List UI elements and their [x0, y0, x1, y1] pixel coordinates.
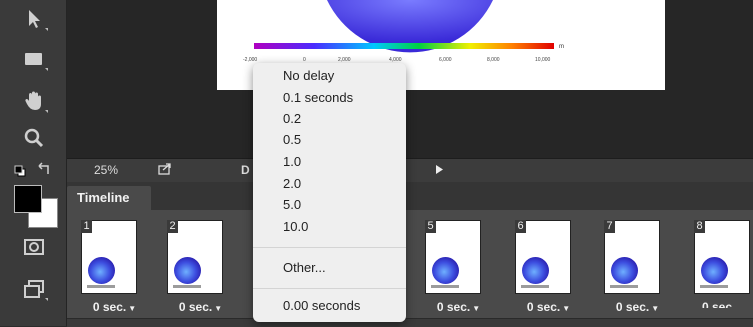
globe-thumbnail — [88, 257, 115, 284]
menu-item-current-delay[interactable]: 0.00 seconds — [253, 295, 406, 316]
frame-delay-dropdown[interactable]: 0 sec. ▼ — [73, 298, 156, 316]
chevron-down-icon: ▼ — [651, 304, 660, 313]
frame-delay-label: 0 sec. — [92, 300, 127, 314]
menu-item-5-0[interactable]: 5.0 — [253, 194, 406, 215]
timeline-frame[interactable]: 2 0 sec. ▼ — [159, 218, 242, 314]
timeline-frame[interactable]: 7 0 sec. ▼ — [596, 218, 679, 314]
frame-delay-label: 0 sec — [702, 300, 733, 308]
timeline-tab-bar: Timeline — [67, 182, 753, 210]
globe-thumbnail — [522, 257, 549, 284]
frame-delay-menu: No delay 0.1 seconds 0.2 0.5 1.0 2.0 5.0… — [253, 63, 406, 322]
document-info-label: D — [241, 163, 250, 177]
colorbar-unit: m — [559, 44, 564, 50]
quick-mask-icon[interactable] — [18, 232, 50, 262]
frame-number: 2 — [167, 220, 178, 233]
globe-thumbnail — [611, 257, 638, 284]
chevron-down-icon: ▼ — [214, 304, 223, 313]
frame-number: 6 — [515, 220, 526, 233]
frame-delay-dropdown[interactable]: 0 sec. ▼ — [507, 298, 590, 316]
colorbar — [254, 43, 554, 49]
globe-thumbnail — [701, 257, 728, 284]
globe-thumbnail — [432, 257, 459, 284]
move-tool-icon[interactable] — [18, 4, 50, 34]
frame-number: 5 — [425, 220, 436, 233]
frame-number: 8 — [694, 220, 705, 233]
timeline-frame[interactable]: 1 0 sec. ▼ — [73, 218, 156, 314]
frame-delay-label: 0 sec. — [436, 300, 471, 314]
timeline-frame[interactable]: 8 0 sec — [686, 218, 753, 308]
screen-mode-icon[interactable] — [18, 274, 50, 304]
globe-thumbnail — [174, 257, 201, 284]
tab-timeline[interactable]: Timeline — [67, 186, 151, 210]
default-colors-icon[interactable] — [14, 164, 26, 177]
colorbar-tick: 8,000 — [487, 57, 500, 63]
menu-item-0-5[interactable]: 0.5 — [253, 129, 406, 150]
menu-item-other[interactable]: Other... — [253, 257, 406, 278]
thumbnail-colorbar — [700, 285, 728, 288]
marquee-tool-icon[interactable] — [18, 44, 50, 74]
menu-item-no-delay[interactable]: No delay — [253, 65, 406, 86]
thumbnail-colorbar — [521, 285, 549, 288]
hand-tool-icon[interactable] — [18, 86, 50, 116]
thumbnail-colorbar — [173, 285, 201, 288]
thumbnail-colorbar — [87, 285, 115, 288]
frame-delay-dropdown[interactable]: 0 sec. ▼ — [596, 298, 679, 316]
frame-delay-label: 0 sec. — [615, 300, 650, 314]
play-arrow-icon[interactable] — [435, 164, 444, 178]
thumbnail-colorbar — [610, 285, 638, 288]
frame-delay-dropdown[interactable]: 0 sec. ▼ — [159, 298, 242, 316]
zoom-level[interactable]: 25% — [94, 163, 118, 177]
menu-item-0-2[interactable]: 0.2 — [253, 108, 406, 129]
menu-separator — [253, 247, 406, 248]
timeline-frames: 1 0 sec. ▼ 2 0 sec. ▼ 5 0 sec. ▼ 6 0 sec. ▼ … — [67, 210, 753, 326]
menu-item-0-1-seconds[interactable]: 0.1 seconds — [253, 87, 406, 108]
share-icon[interactable] — [158, 163, 172, 178]
colorbar-tick: 6,000 — [439, 57, 452, 63]
swap-colors-icon[interactable] — [38, 162, 52, 176]
menu-item-1-0[interactable]: 1.0 — [253, 151, 406, 172]
chevron-down-icon: ▼ — [562, 304, 571, 313]
menu-separator — [253, 288, 406, 289]
frame-delay-label: 0 sec. — [178, 300, 213, 314]
frame-delay-dropdown[interactable]: 0 sec — [686, 298, 753, 308]
menu-item-10-0[interactable]: 10.0 — [253, 216, 406, 237]
tools-panel — [0, 0, 67, 326]
frame-delay-dropdown[interactable]: 0 sec. ▼ — [417, 298, 500, 316]
chevron-down-icon: ▼ — [472, 304, 481, 313]
frame-number: 7 — [604, 220, 615, 233]
colorbar-tick: 10,000 — [535, 57, 551, 63]
menu-item-2-0[interactable]: 2.0 — [253, 173, 406, 194]
zoom-tool-icon[interactable] — [18, 123, 50, 153]
chevron-down-icon: ▼ — [128, 304, 137, 313]
timeline-frame[interactable]: 5 0 sec. ▼ — [417, 218, 500, 314]
timeline-frame[interactable]: 6 0 sec. ▼ — [507, 218, 590, 314]
thumbnail-colorbar — [431, 285, 459, 288]
frame-delay-label: 0 sec. — [526, 300, 561, 314]
colorbar-tick: -2,000 — [243, 57, 257, 63]
frame-number: 1 — [81, 220, 92, 233]
status-bar: 25% D — [67, 158, 753, 183]
foreground-color-swatch[interactable] — [14, 185, 42, 213]
